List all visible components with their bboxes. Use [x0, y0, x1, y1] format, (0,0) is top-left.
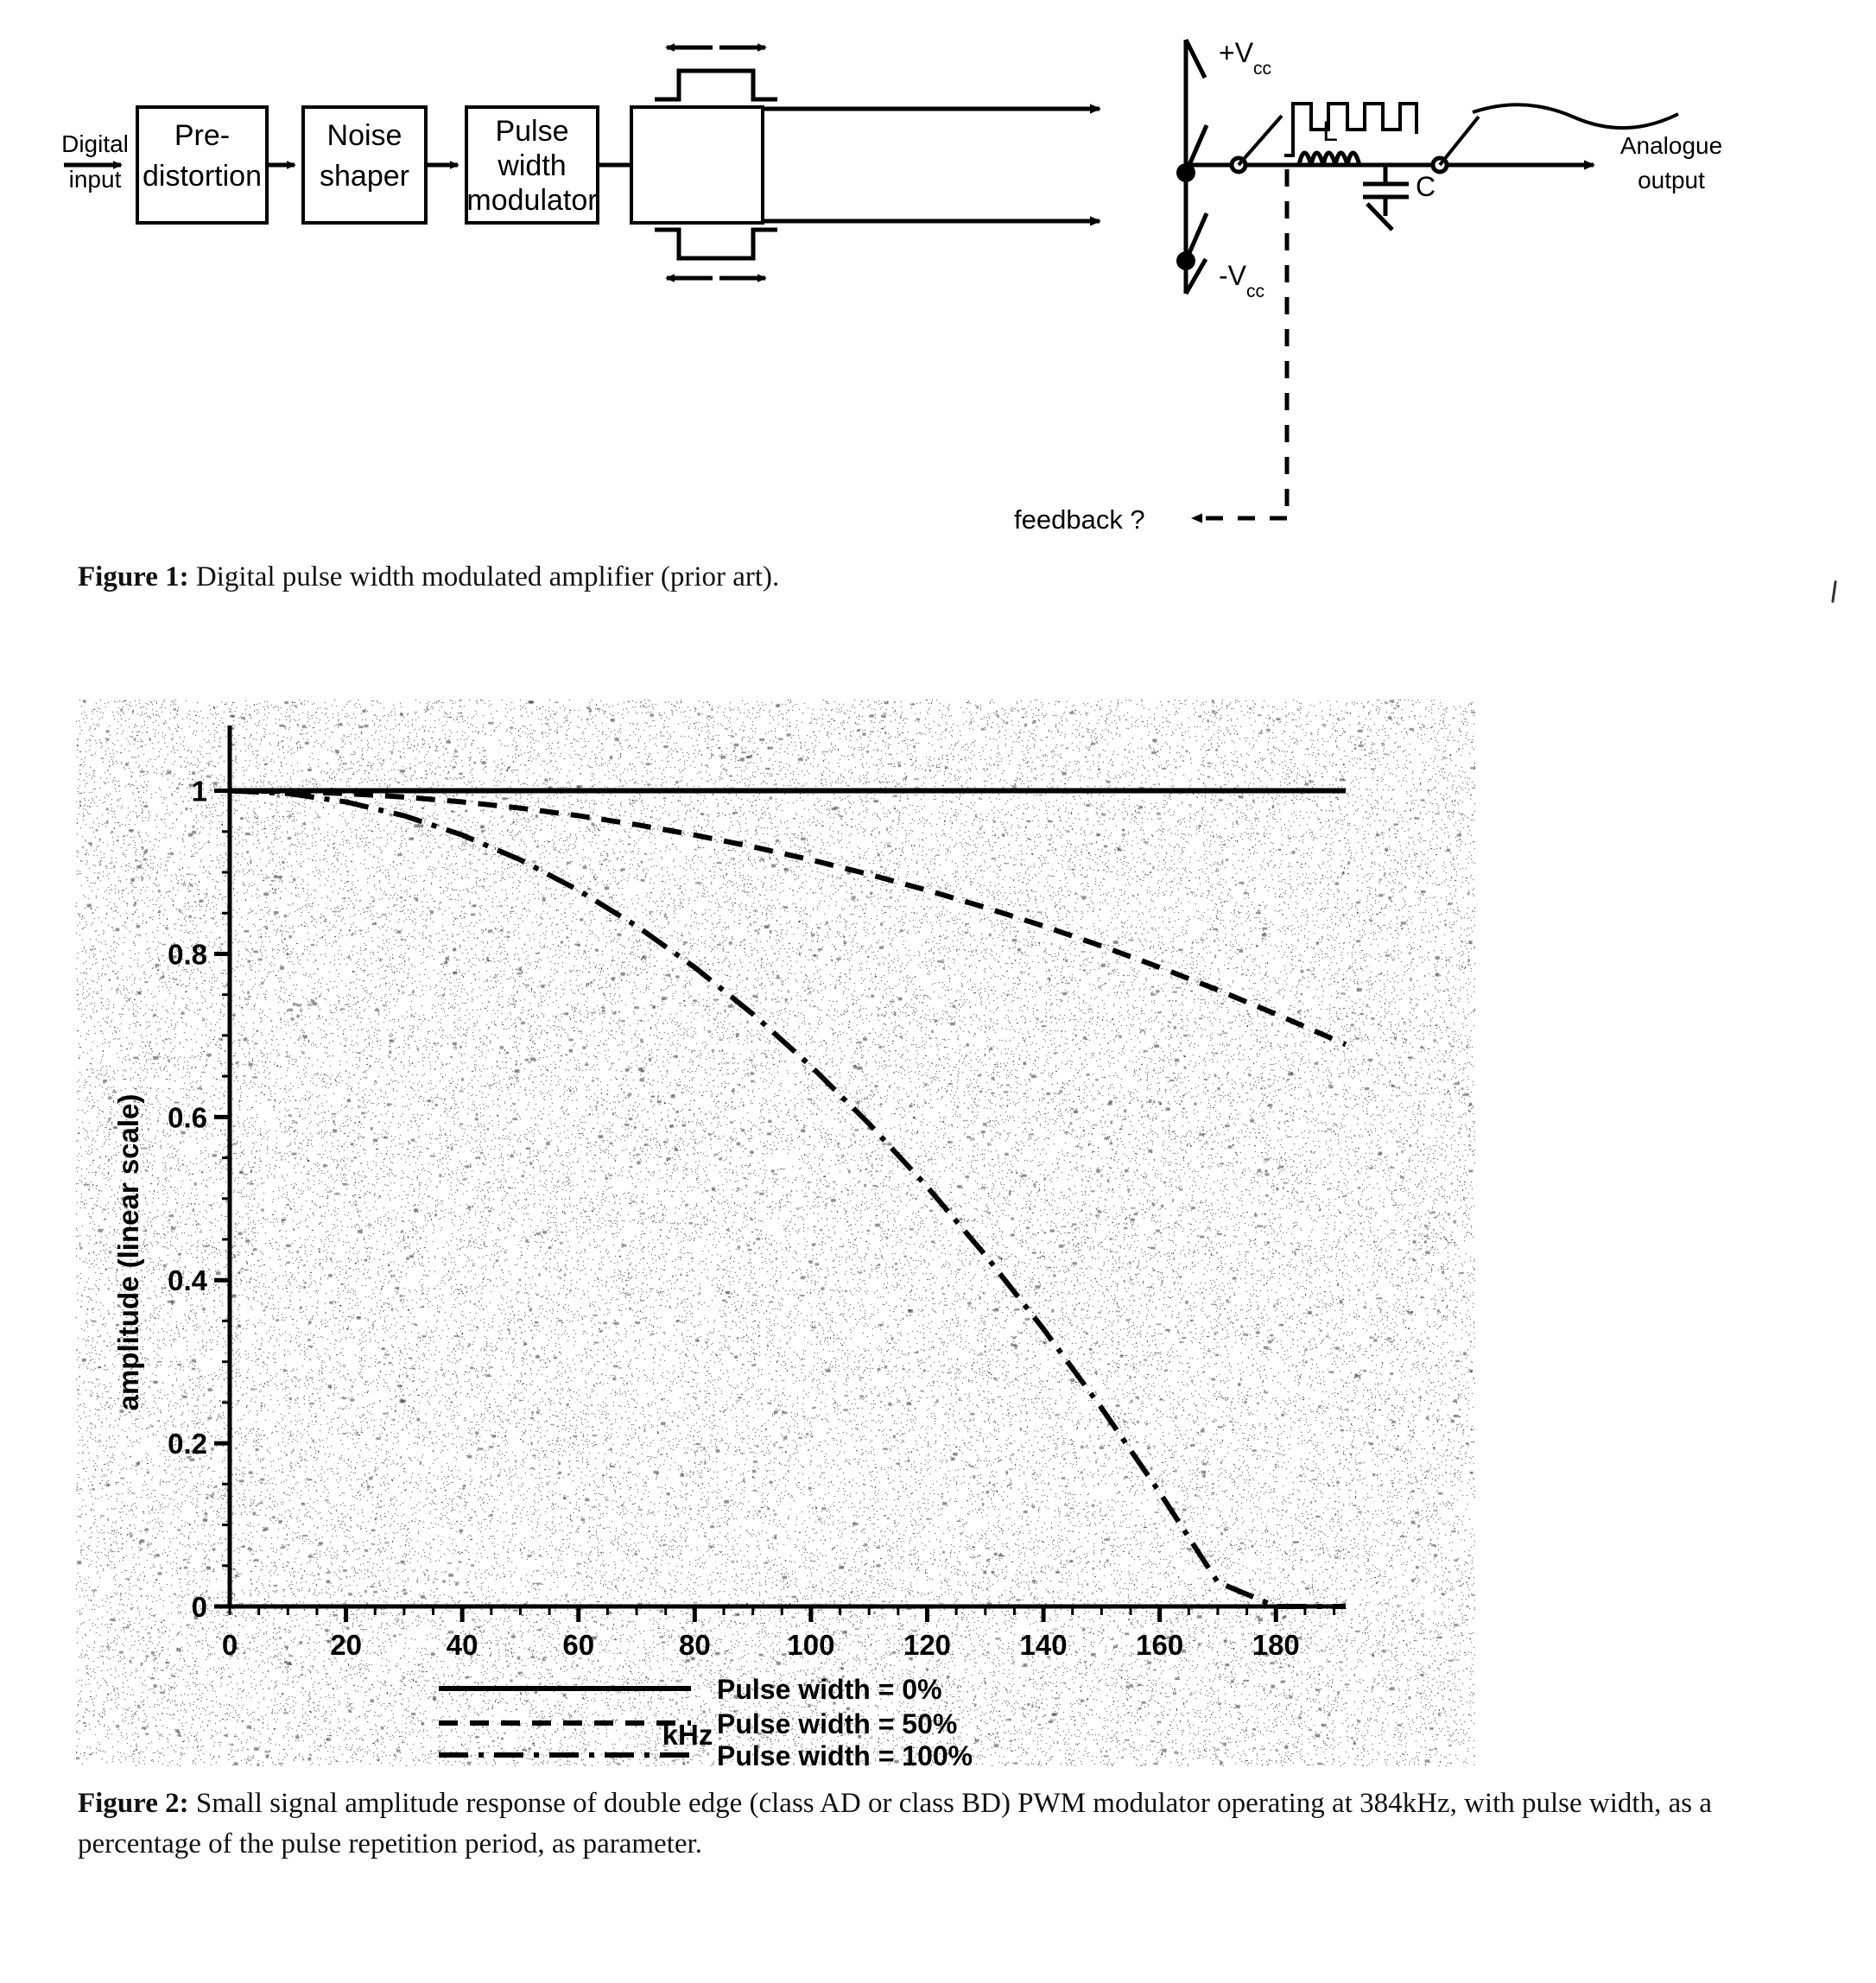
lower-switch-pivot	[1176, 251, 1195, 270]
x-tick-label: 120	[903, 1629, 951, 1661]
feedback-label: feedback ?	[1014, 504, 1145, 535]
figure-1-caption-text: Digital pulse width modulated amplifier …	[188, 561, 780, 592]
block-label-noise-shaper-line2: shaper	[320, 160, 409, 193]
output-waveform-pointer	[1438, 115, 1480, 167]
block-output-stage	[630, 105, 764, 225]
y-tick-label: 0.2	[168, 1428, 207, 1460]
x-tick-label: 100	[787, 1629, 834, 1661]
figure-2-caption-text: Small signal amplitude response of doubl…	[78, 1788, 1712, 1859]
y-tick-label: 1	[192, 776, 207, 808]
figure-1-block-diagram: Pre- distortion Noise shaper Pulse width…	[0, 0, 1876, 535]
block-label-noise-shaper-line1: Noise	[327, 119, 402, 152]
figure-2-caption: Figure 2: Small signal amplitude respons…	[78, 1783, 1822, 1865]
block-label-pre-distortion-line2: distortion	[143, 160, 262, 193]
page-stray-mark	[1831, 580, 1837, 604]
input-label-line2: input	[69, 166, 122, 193]
figure-1-caption: Figure 1: Digital pulse width modulated …	[78, 557, 1287, 598]
positive-supply-label: +Vcc	[1219, 37, 1271, 79]
series-line-2	[229, 788, 1346, 1609]
switched-square-waveform	[1284, 102, 1418, 157]
series-line-1	[229, 788, 1347, 1048]
x-tick-label: 180	[1252, 1629, 1300, 1661]
block-label-pwm-line3: modulator	[466, 184, 597, 217]
output-label-line2: output	[1638, 167, 1705, 193]
negative-supply-label: -Vcc	[1219, 260, 1264, 301]
y-axis-title: amplitude (linear scale)	[112, 1094, 144, 1411]
x-tick-label: 160	[1136, 1629, 1183, 1661]
amplitude-response-plot: 0 0.2 0.4 0.6 0.8 1 0 20 40 60 80 100 120 140 160 180 am…	[112, 725, 1347, 1766]
y-tick-label: 0.4	[168, 1264, 208, 1296]
y-tick-label: 0	[192, 1591, 207, 1623]
block-label-pre-distortion-line1: Pre-	[174, 119, 230, 152]
input-label-line1: Digital	[61, 130, 129, 157]
block-label-pwm-line2: width	[497, 149, 566, 182]
capacitor-symbol	[1363, 165, 1409, 231]
output-label-line1: Analogue	[1620, 132, 1722, 159]
y-tick-label: 0.8	[168, 938, 207, 970]
figure-2-chart: 0 0.2 0.4 0.6 0.8 1 0 20 40 60 80 100 120 140 160 180 am…	[76, 700, 1475, 1766]
upper-pwm-waveform	[655, 43, 777, 102]
legend-label-1: Pulse width = 50%	[717, 1708, 957, 1739]
y-tick-label: 0.6	[168, 1101, 207, 1133]
analogue-output-waveform	[1472, 103, 1679, 130]
block-label-pwm-line1: Pulse	[495, 115, 568, 148]
x-tick-label: 80	[679, 1629, 711, 1661]
x-tick-label: 20	[330, 1629, 362, 1661]
x-tick-label: 140	[1020, 1629, 1068, 1661]
legend-label-2: Pulse width = 100%	[717, 1740, 973, 1766]
x-tick-label: 0	[222, 1629, 238, 1661]
x-tick-label: 40	[447, 1629, 479, 1661]
positive-supply-terminal	[1183, 38, 1207, 79]
x-tick-label: 60	[562, 1629, 594, 1661]
square-waveform-pointer	[1237, 114, 1283, 167]
figure-2-caption-prefix: Figure 2:	[78, 1788, 189, 1819]
legend-label-0: Pulse width = 0%	[717, 1674, 942, 1705]
lower-pwm-waveform	[655, 227, 777, 282]
figure-1-caption-prefix: Figure 1:	[78, 561, 189, 592]
capacitor-label: C	[1416, 171, 1436, 202]
